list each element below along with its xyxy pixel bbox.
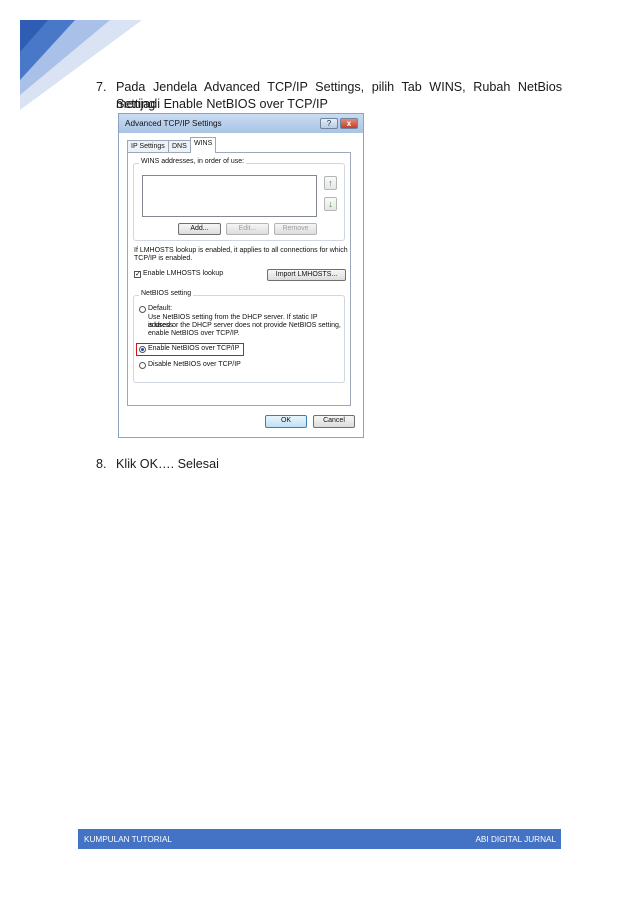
close-button[interactable]: x bbox=[340, 118, 358, 129]
footer-left: KUMPULAN TUTORIAL bbox=[84, 835, 172, 844]
lmhosts-note-line2: TCP/IP is enabled. bbox=[134, 255, 193, 262]
edit-button[interactable]: Edit... bbox=[226, 223, 269, 235]
step-number: 8. bbox=[96, 457, 107, 471]
tab-dns[interactable]: DNS bbox=[168, 140, 191, 152]
enable-netbios-radio[interactable] bbox=[139, 346, 146, 353]
wins-address-list[interactable] bbox=[142, 175, 317, 217]
dialog-body: IP Settings DNS WINS WINS addresses, in … bbox=[123, 134, 359, 430]
enable-lmhosts-checkbox[interactable]: ✓ bbox=[134, 271, 141, 278]
move-down-button[interactable]: ↓ bbox=[324, 197, 337, 211]
remove-button[interactable]: Remove bbox=[274, 223, 317, 235]
netbios-setting-group: NetBIOS setting Default: Use NetBIOS set… bbox=[133, 290, 345, 383]
step-text: Klik OK…. Selesai bbox=[116, 457, 219, 471]
dialog-title: Advanced TCP/IP Settings bbox=[125, 119, 222, 128]
page-footer: KUMPULAN TUTORIAL ABI DIGITAL JURNAL bbox=[78, 829, 561, 849]
wins-group-label: WINS addresses, in order of use: bbox=[139, 158, 247, 165]
enable-lmhosts-label: Enable LMHOSTS lookup bbox=[143, 270, 224, 277]
add-button[interactable]: Add... bbox=[178, 223, 221, 235]
checkmark-icon: ✓ bbox=[135, 271, 141, 278]
cancel-button[interactable]: Cancel bbox=[313, 415, 355, 428]
enable-netbios-label: Enable NetBIOS over TCP/IP bbox=[148, 345, 240, 352]
arrow-up-icon: ↑ bbox=[328, 178, 333, 188]
step-number: 7. bbox=[96, 80, 107, 94]
step-text-line2: menjadi Enable NetBIOS over TCP/IP bbox=[116, 97, 328, 111]
default-radio[interactable] bbox=[139, 306, 146, 313]
tab-ip-settings[interactable]: IP Settings bbox=[127, 140, 169, 152]
footer-right: ABI DIGITAL JURNAL bbox=[475, 835, 556, 844]
wins-addresses-group: WINS addresses, in order of use: ↑ ↓ Add… bbox=[133, 158, 345, 241]
ok-button[interactable]: OK bbox=[265, 415, 307, 428]
tab-wins[interactable]: WINS bbox=[190, 137, 217, 153]
netbios-group-label: NetBIOS setting bbox=[139, 290, 194, 297]
arrow-down-icon: ↓ bbox=[328, 199, 333, 209]
dialog-titlebar: Advanced TCP/IP Settings ? x bbox=[119, 114, 363, 133]
default-option-label: Default: bbox=[148, 305, 173, 312]
advanced-tcpip-dialog: Advanced TCP/IP Settings ? x IP Settings… bbox=[118, 113, 364, 438]
import-lmhosts-button[interactable]: Import LMHOSTS... bbox=[267, 269, 346, 281]
default-desc-line3: enable NetBIOS over TCP/IP. bbox=[148, 330, 240, 337]
help-button[interactable]: ? bbox=[320, 118, 338, 129]
disable-netbios-label: Disable NetBIOS over TCP/IP bbox=[148, 361, 241, 368]
wins-tab-panel: WINS addresses, in order of use: ↑ ↓ Add… bbox=[127, 152, 351, 406]
move-up-button[interactable]: ↑ bbox=[324, 176, 337, 190]
disable-netbios-radio[interactable] bbox=[139, 362, 146, 369]
